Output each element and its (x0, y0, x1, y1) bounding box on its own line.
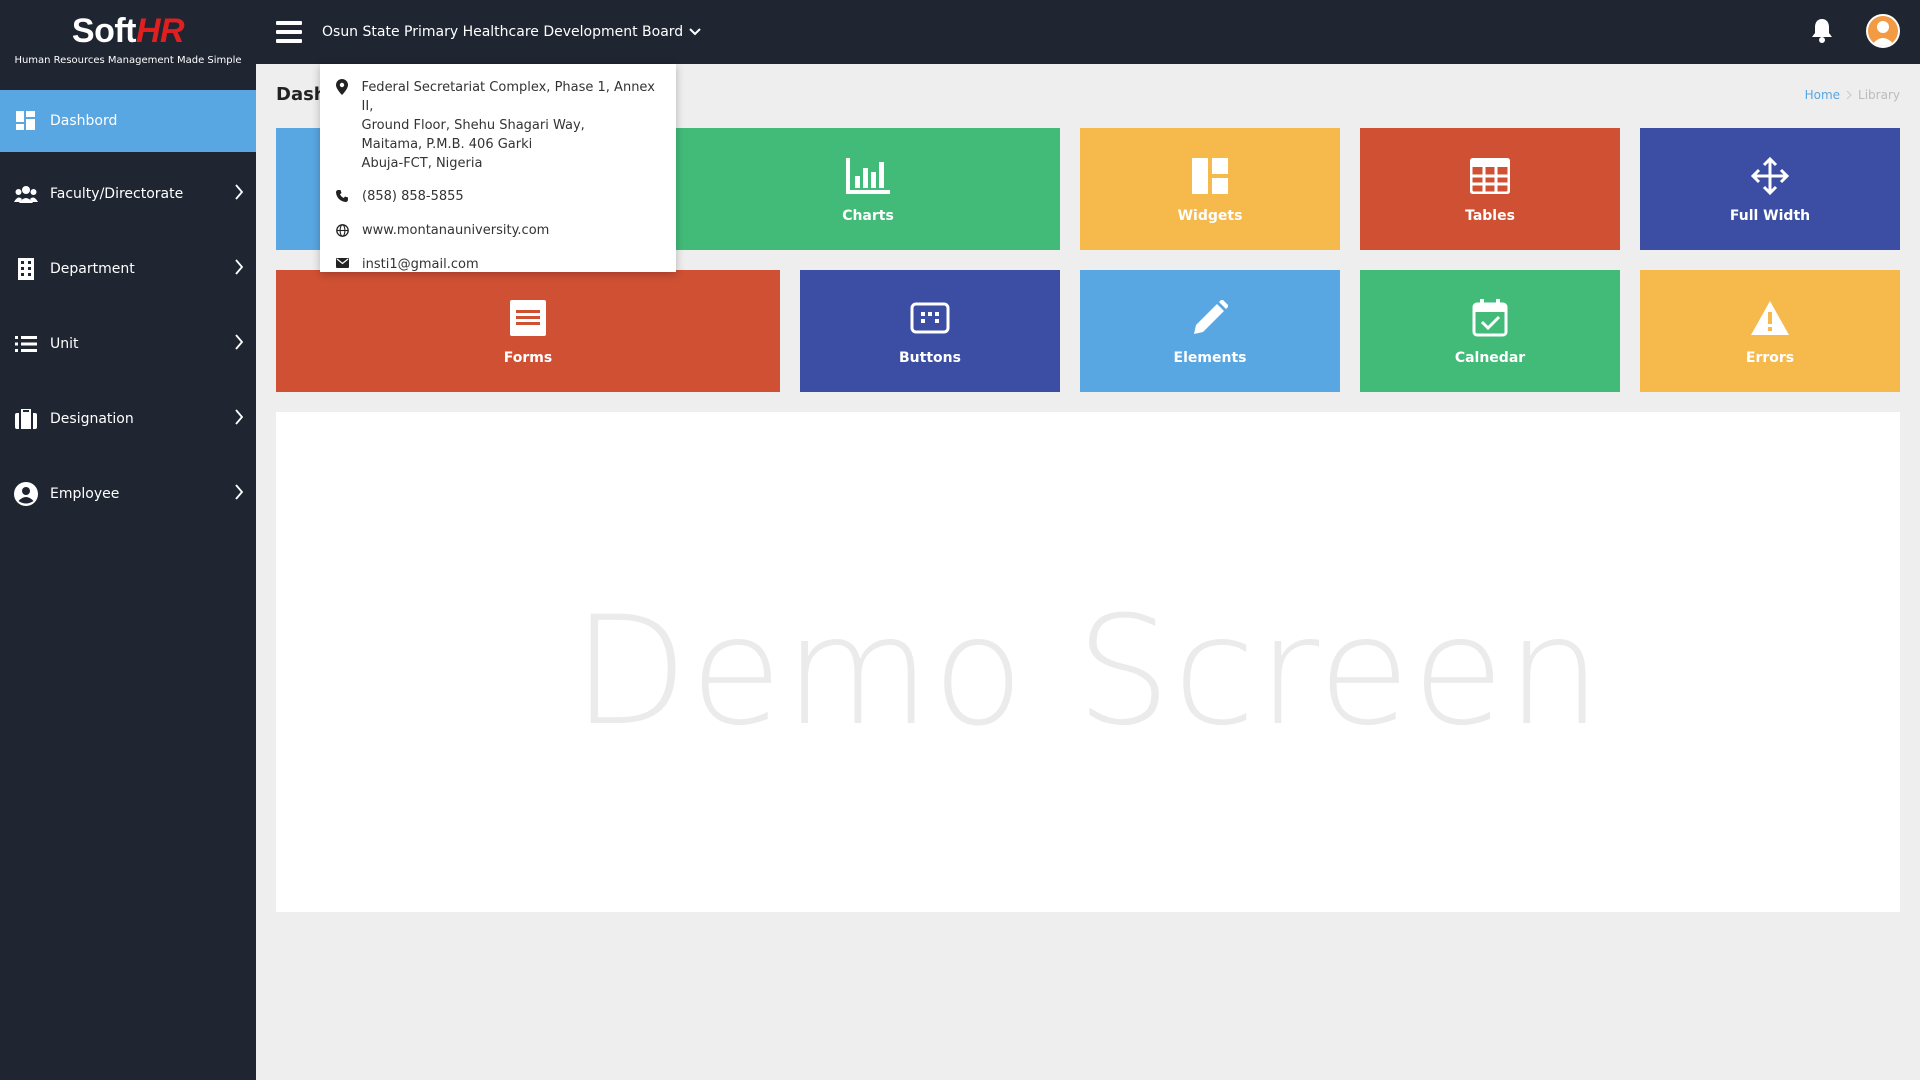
tile-label: Tables (1465, 208, 1515, 224)
tile-tables[interactable]: Tables (1360, 128, 1620, 250)
tile-charts[interactable]: Charts (676, 128, 1060, 250)
sidebar: SoftHR Human Resources Management Made S… (0, 0, 256, 1080)
table-icon (1470, 154, 1510, 198)
sidebar-item-department[interactable]: Department (0, 239, 256, 299)
chevron-right-icon (1846, 90, 1852, 100)
location-pin-icon (334, 79, 350, 95)
hamburger-menu-icon[interactable] (276, 21, 302, 43)
email-icon (334, 258, 350, 268)
tile-widgets[interactable]: Widgets (1080, 128, 1340, 250)
address-line: Maitama, P.M.B. 406 Garki (361, 137, 533, 152)
breadcrumb-current: Library (1858, 88, 1900, 102)
tile-label: Elements (1173, 350, 1247, 366)
address-line: Abuja-FCT, Nigeria (361, 156, 483, 171)
sidebar-item-label: Unit (50, 336, 79, 352)
tile-buttons[interactable]: Buttons (800, 270, 1060, 392)
logo-tagline: Human Resources Management Made Simple (14, 55, 242, 66)
tile-elements[interactable]: Elements (1080, 270, 1340, 392)
website-row: www.montanauniversity.com (334, 223, 662, 238)
chevron-right-icon (234, 259, 244, 279)
chevron-right-icon (234, 334, 244, 354)
building-icon (14, 257, 38, 281)
chevron-right-icon (234, 184, 244, 204)
phone-text[interactable]: (858) 858-5855 (362, 189, 464, 204)
bell-icon[interactable] (1810, 18, 1834, 48)
chevron-down-icon (689, 28, 701, 36)
phone-row: (858) 858-5855 (334, 189, 662, 204)
organization-selector[interactable]: Osun State Primary Healthcare Developmen… (322, 24, 701, 40)
tile-calendar[interactable]: Calnedar (1360, 270, 1620, 392)
address-row: Federal Secretariat Complex, Phase 1, An… (334, 78, 662, 173)
list-icon (14, 332, 38, 356)
sidebar-item-employee[interactable]: Employee (0, 464, 256, 524)
widgets-icon (1192, 154, 1228, 198)
logo-hr: HR (135, 12, 185, 50)
sidebar-item-designation[interactable]: Designation (0, 389, 256, 449)
demo-watermark: Demo Screen (572, 585, 1604, 759)
breadcrumb: Home Library (1805, 88, 1900, 102)
sidebar-item-unit[interactable]: Unit (0, 314, 256, 374)
organization-dropdown: Federal Secretariat Complex, Phase 1, An… (320, 64, 676, 272)
people-icon (14, 182, 38, 206)
bar-chart-icon (846, 154, 890, 198)
button-icon (910, 296, 950, 340)
tile-label: Buttons (899, 350, 961, 366)
form-icon (510, 296, 546, 340)
tile-label: Forms (503, 350, 553, 366)
tile-label: Errors (1745, 350, 1795, 366)
tile-label: Calnedar (1454, 350, 1526, 366)
sidebar-item-label: Dashbord (50, 113, 118, 129)
topbar: Osun State Primary Healthcare Developmen… (256, 0, 1920, 64)
phone-icon (334, 190, 350, 202)
sidebar-item-dashboard[interactable]: Dashbord (0, 90, 256, 152)
tile-label: Charts (842, 208, 894, 224)
tile-label: Full Width (1729, 208, 1811, 224)
tile-full-width[interactable]: Full Width (1640, 128, 1900, 250)
breadcrumb-home[interactable]: Home (1805, 88, 1840, 102)
pencil-icon (1192, 296, 1228, 340)
address-line: Ground Floor, Shehu Shagari Way, (361, 118, 585, 133)
logo[interactable]: SoftHR Human Resources Management Made S… (0, 0, 256, 90)
chevron-right-icon (234, 484, 244, 504)
tile-errors[interactable]: Errors (1640, 270, 1900, 392)
account-icon (14, 482, 38, 506)
dashboard-icon (14, 109, 38, 133)
sidebar-item-label: Faculty/Directorate (50, 186, 184, 202)
briefcase-icon (14, 407, 38, 431)
move-arrows-icon (1750, 154, 1790, 198)
email-link[interactable]: insti1@gmail.com (362, 257, 479, 272)
sidebar-item-faculty[interactable]: Faculty/Directorate (0, 164, 256, 224)
sidebar-item-label: Designation (50, 411, 134, 427)
website-link[interactable]: www.montanauniversity.com (362, 223, 549, 238)
sidebar-item-label: Department (50, 261, 135, 277)
tile-label: Widgets (1177, 208, 1243, 224)
email-row: insti1@gmail.com (334, 257, 662, 272)
logo-soft: Soft (71, 12, 137, 50)
avatar[interactable] (1866, 14, 1900, 48)
warning-icon (1750, 296, 1790, 340)
content-panel: Demo Screen (276, 412, 1900, 912)
organization-name: Osun State Primary Healthcare Developmen… (322, 24, 684, 40)
tile-forms[interactable]: Forms (276, 270, 780, 392)
chevron-right-icon (234, 409, 244, 429)
address-text: Federal Secretariat Complex, Phase 1, An… (362, 78, 662, 173)
globe-icon (334, 224, 350, 237)
address-line: Federal Secretariat Complex, Phase 1, An… (361, 80, 655, 114)
calendar-check-icon (1472, 296, 1508, 340)
sidebar-item-label: Employee (50, 486, 120, 502)
